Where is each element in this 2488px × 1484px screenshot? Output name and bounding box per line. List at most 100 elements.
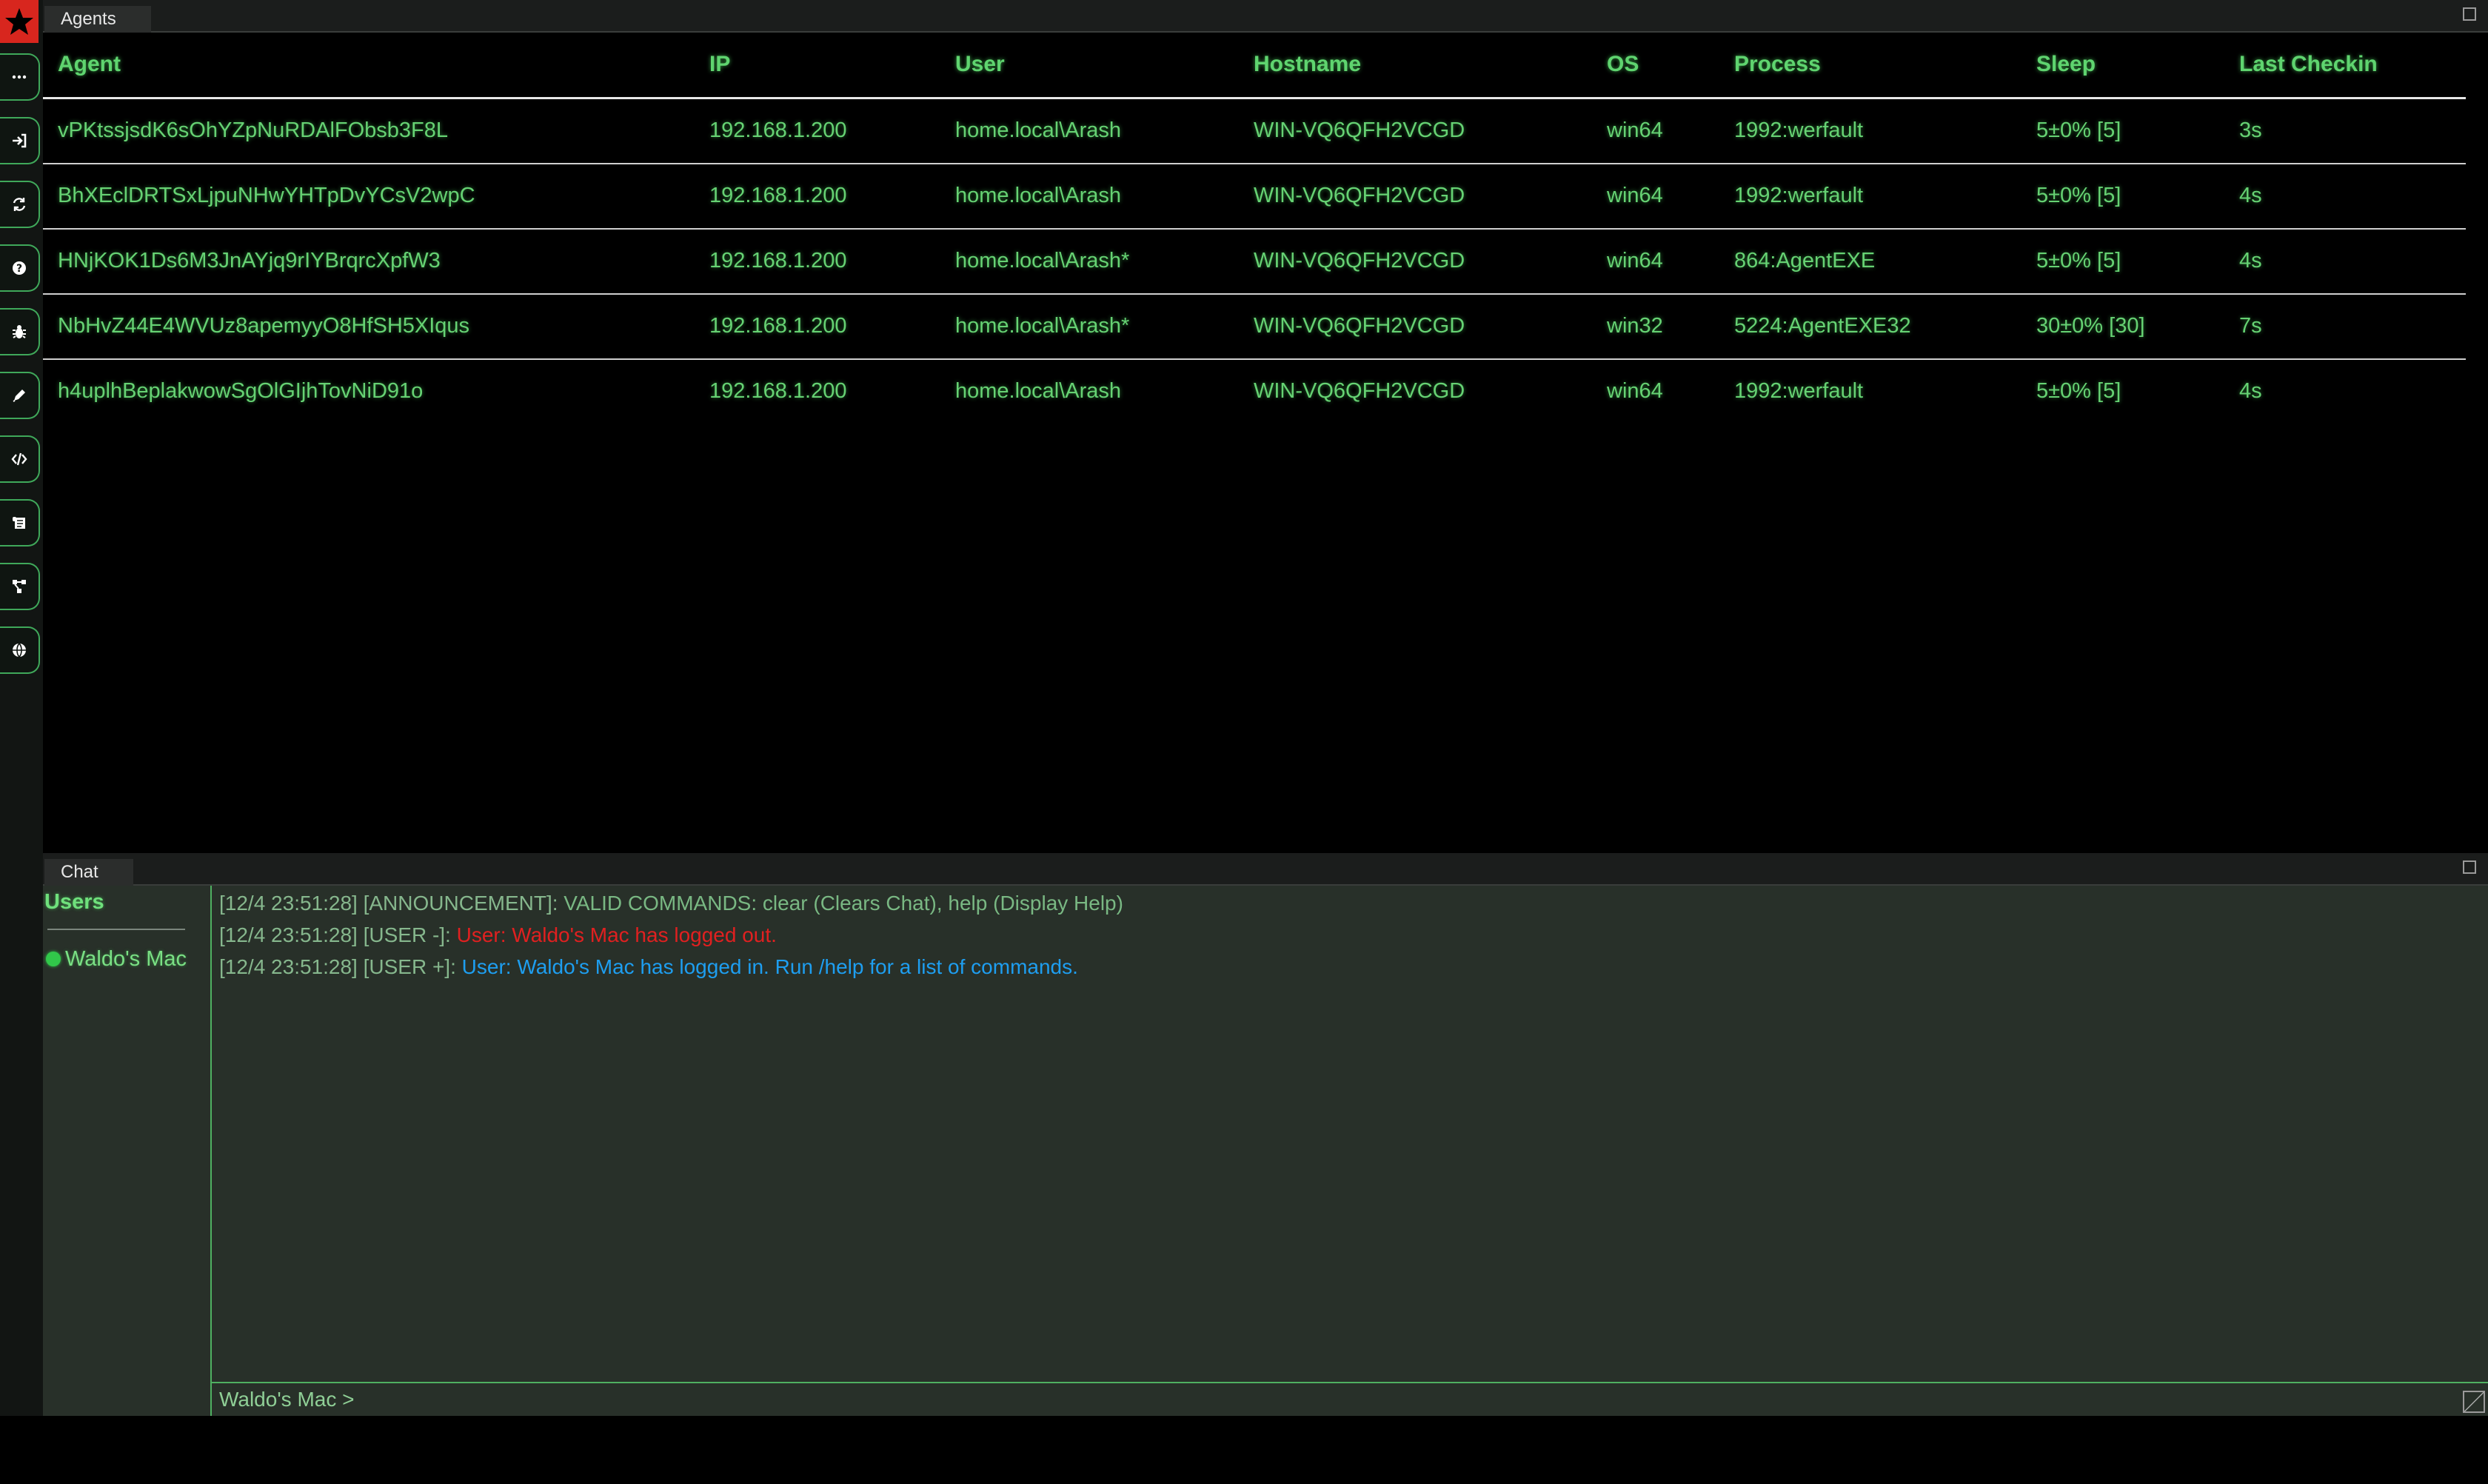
agent-os: win64 [1607,184,1663,207]
column-header-os[interactable]: OS [1607,52,1639,77]
sidebar-item-globe[interactable] [0,626,40,674]
svg-text:?: ? [16,263,22,275]
agent-id: BhXEclDRTSxLjpuNHwYHTpDvYCsV2wpC [58,184,475,207]
user-name: Waldo's Mac [65,946,187,971]
column-header-last-checkin[interactable]: Last Checkin [2239,52,2378,77]
sidebar-item-script[interactable] [0,499,40,547]
bug-icon [13,325,26,338]
tab-agents[interactable]: Agents [44,6,151,33]
sign-in-icon [13,133,27,148]
sidebar-item-login[interactable] [0,117,40,164]
agent-os: win64 [1607,118,1663,142]
column-header-hostname[interactable]: Hostname [1254,52,1361,77]
agent-user: home.local\Arash* [955,314,1130,338]
message-prefix: [12/4 23:51:28] [USER -]: [219,923,457,946]
question-circle-icon: ? [13,261,26,275]
globe-icon [13,643,26,658]
agent-id: NbHvZ44E4WVUz8apemyyO8HfSH5XIqus [58,314,470,338]
users-title: Users [44,890,104,914]
agent-id: h4uplhBeplakwowSgOlGIjhTovNiD91o [58,379,424,403]
scroll-icon [13,517,25,529]
agent-last-checkin: 3s [2239,118,2262,142]
sidebar-item-edit[interactable] [0,372,40,419]
pen-icon [13,390,25,402]
column-header-process[interactable]: Process [1734,52,1821,77]
tab-chat[interactable]: Chat [44,859,133,886]
refresh-icon [13,198,26,211]
agent-last-checkin: 4s [2239,379,2262,403]
chat-message: [12/4 23:51:28] [ANNOUNCEMENT]: VALID CO… [219,892,1123,915]
agents-panel: Agents Agent IP User Hostname OS Process… [43,0,2488,853]
chat-panel: Chat Users Waldo's Mac [12/4 23:51:28] [… [43,853,2488,1416]
agent-os: win32 [1607,314,1663,338]
sidebar: ? [0,0,44,1416]
online-status-icon [46,952,61,966]
agent-row[interactable]: vPKtssjsdK6sOhYZpNuRDAlFObsb3F8L 192.168… [43,99,2466,164]
agent-row[interactable]: h4uplhBeplakwowSgOlGIjhTovNiD91o 192.168… [43,360,2466,425]
ellipsis-icon [12,75,27,79]
agent-hostname: WIN-VQ6QFH2VCGD [1254,379,1465,403]
chat-prompt: Waldo's Mac > [219,1388,355,1411]
agent-id: HNjKOK1Ds6M3JnAYjq9rIYBrqrcXpfW3 [58,249,441,273]
agent-sleep: 5±0% [5] [2036,379,2121,403]
agent-process: 5224:AgentEXE32 [1734,314,1911,338]
star-icon [5,8,33,35]
agent-process: 1992:werfault [1734,379,1864,403]
agent-last-checkin: 4s [2239,249,2262,273]
message-prefix: [12/4 23:51:28] [USER +]: [219,955,462,978]
agents-tab-bar: Agents [43,0,2488,33]
chat-message: [12/4 23:51:28] [USER +]: User: Waldo's … [219,955,1078,979]
agent-user: home.local\Arash [955,118,1122,142]
sidebar-item-bug[interactable] [0,308,40,355]
column-header-sleep[interactable]: Sleep [2036,52,2096,77]
column-header-agent[interactable]: Agent [58,52,121,77]
agent-os: win64 [1607,249,1663,273]
sidebar-item-refresh[interactable] [0,181,40,228]
agent-ip: 192.168.1.200 [709,118,847,142]
sidebar-item-graph[interactable] [0,563,40,610]
agent-last-checkin: 7s [2239,314,2262,338]
resize-grip-icon[interactable] [2463,1391,2485,1413]
agent-sleep: 5±0% [5] [2036,184,2121,207]
code-icon [11,452,27,466]
column-header-ip[interactable]: IP [709,52,730,77]
user-list-item[interactable]: Waldo's Mac [46,946,187,972]
agent-user: home.local\Arash [955,184,1122,207]
agent-id: vPKtssjsdK6sOhYZpNuRDAlFObsb3F8L [58,118,449,142]
agent-sleep: 5±0% [5] [2036,118,2121,142]
agent-process: 864:AgentEXE [1734,249,1876,273]
agent-ip: 192.168.1.200 [709,314,847,338]
agent-process: 1992:werfault [1734,184,1864,207]
agent-hostname: WIN-VQ6QFH2VCGD [1254,118,1465,142]
agent-ip: 192.168.1.200 [709,379,847,403]
agent-row[interactable]: BhXEclDRTSxLjpuNHwYHTpDvYCsV2wpC 192.168… [43,164,2466,230]
message-text: User: Waldo's Mac has logged out. [456,923,777,946]
users-pane: Users Waldo's Mac [43,886,212,1416]
sidebar-item-more[interactable] [0,53,40,101]
users-divider [47,929,185,930]
app-logo[interactable] [0,0,39,43]
agent-os: win64 [1607,379,1663,403]
agent-user: home.local\Arash [955,379,1122,403]
agent-row[interactable]: NbHvZ44E4WVUz8apemyyO8HfSH5XIqus 192.168… [43,295,2466,360]
agent-row[interactable]: HNjKOK1Ds6M3JnAYjq9rIYBrqrcXpfW3 192.168… [43,230,2466,295]
project-diagram-icon [13,580,26,593]
sidebar-item-help[interactable]: ? [0,244,40,292]
chat-message: [12/4 23:51:28] [USER -]: User: Waldo's … [219,923,777,947]
message-prefix: [12/4 23:51:28] [ANNOUNCEMENT]: [219,892,564,915]
agent-process: 1992:werfault [1734,118,1864,142]
agent-sleep: 5±0% [5] [2036,249,2121,273]
agent-sleep: 30±0% [30] [2036,314,2145,338]
column-header-user[interactable]: User [955,52,1005,77]
agents-table-header: Agent IP User Hostname OS Process Sleep … [43,44,2466,99]
maximize-chat-panel-button[interactable] [2463,860,2476,874]
agent-ip: 192.168.1.200 [709,184,847,207]
agent-user: home.local\Arash* [955,249,1130,273]
agent-hostname: WIN-VQ6QFH2VCGD [1254,249,1465,273]
chat-input-bar: Waldo's Mac > [212,1382,2488,1416]
sidebar-item-code[interactable] [0,435,40,483]
message-text: User: Waldo's Mac has logged in. Run /he… [461,955,1078,978]
agent-hostname: WIN-VQ6QFH2VCGD [1254,184,1465,207]
chat-input[interactable] [352,1386,2458,1414]
maximize-agents-panel-button[interactable] [2463,7,2476,21]
